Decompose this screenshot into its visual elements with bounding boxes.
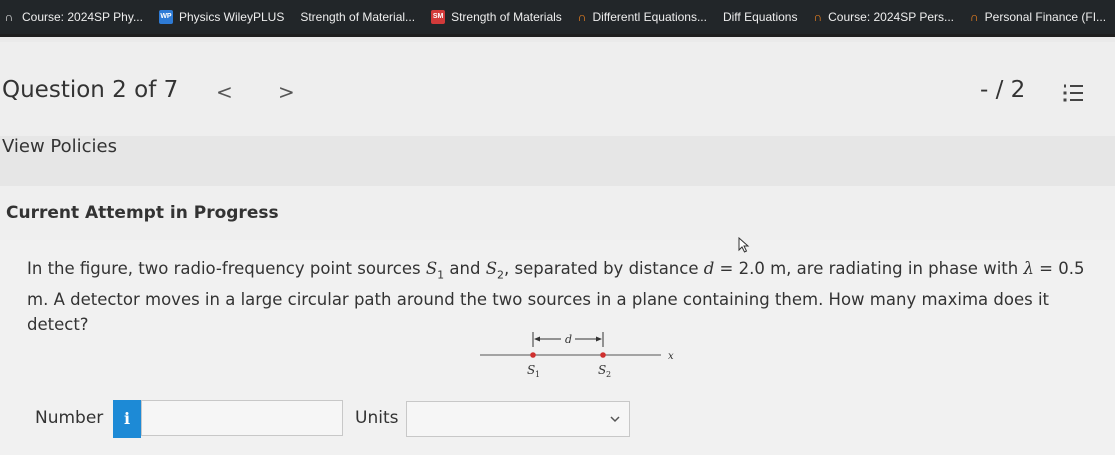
bookmark-item[interactable]: ∩ Differentl Equations... (570, 0, 715, 34)
bookmark-item[interactable]: Strength of Material... (292, 0, 423, 34)
course-icon: ∩ (970, 10, 979, 24)
var-lambda: λ (1023, 259, 1034, 278)
number-input[interactable] (141, 400, 343, 436)
course-icon: ∩ (4, 10, 14, 24)
bookmarks-bar: ∩ Course: 2024SP Phy... WP Physics WileyPLU… (0, 0, 1115, 34)
next-question-button[interactable]: > (278, 80, 295, 104)
bookmark-item[interactable]: Diff Equations (715, 0, 806, 34)
question-header: Question 2 of 7 < > - / 2 (0, 42, 1115, 136)
info-button[interactable]: i (113, 400, 141, 438)
s2-sub: 2 (606, 370, 611, 379)
dim-arrow-right (596, 336, 602, 342)
attempt-status: Current Attempt in Progress (6, 203, 279, 223)
course-icon: ∩ (577, 10, 587, 24)
d-label: d (565, 333, 572, 346)
previous-question-button[interactable]: < (216, 80, 233, 104)
s1-sub: 1 (535, 370, 540, 379)
dim-arrow-left (534, 336, 540, 342)
s1-label: S (527, 363, 535, 377)
x-label: x (668, 351, 674, 362)
number-label: Number (35, 408, 104, 428)
bookmark-label: Physics WileyPLUS (178, 10, 285, 24)
bookmark-item[interactable]: ∩ Course: 2024SP Phy... (0, 0, 151, 34)
question-text: In the figure, two radio-frequency point… (27, 256, 1107, 337)
question-body: In the figure, two radio-frequency point… (0, 240, 1115, 455)
var-s1: S (425, 259, 438, 278)
source-s1-dot (530, 352, 536, 358)
view-policies-link[interactable]: View Policies (2, 136, 117, 157)
attempt-banner: Current Attempt in Progress (0, 186, 1115, 241)
answer-row: Number i Units (0, 400, 1115, 442)
sources-figure: d x S 1 S 2 (480, 332, 674, 379)
bookmark-label: Course: 2024SP Phy... (22, 10, 143, 24)
score-display: - / 2 (980, 77, 1026, 103)
policies-bar: View Policies (0, 136, 1115, 186)
var-d: d (703, 259, 715, 278)
bookmark-label: Strength of Materials (451, 10, 562, 24)
source-s2-dot (600, 352, 606, 358)
bookmark-item[interactable]: ∩ Course: 2024SP Pers... (805, 0, 962, 34)
question-text-part: In the figure, two radio-frequency point… (27, 259, 426, 278)
mouse-cursor-icon (738, 237, 750, 253)
page-title: Question 2 of 7 (2, 77, 179, 103)
bookmark-label: Personal Finance (FI... (984, 10, 1107, 24)
bookmark-label: Course: 2024SP Pers... (828, 10, 954, 24)
bookmark-item[interactable]: WP Physics WileyPLUS (151, 0, 292, 34)
bookmark-item[interactable]: ∩ Personal Finance (FI... (962, 0, 1114, 34)
bookmark-item[interactable]: SM Strength of Materials (423, 0, 570, 34)
var-s2: S (485, 259, 498, 278)
bookmark-label: Strength of Material... (300, 10, 416, 24)
question-text-part: = 2.0 m, are radiating in phase with (714, 259, 1024, 278)
wp-icon: WP (158, 10, 173, 24)
units-label: Units (355, 408, 399, 428)
browser-divider (0, 34, 1115, 42)
question-list-icon[interactable] (1062, 82, 1084, 104)
bookmark-label: Diff Equations (722, 10, 798, 24)
book-icon: SM (431, 10, 446, 24)
units-dropdown[interactable] (406, 401, 630, 437)
course-icon: ∩ (813, 10, 823, 24)
sub-2: 2 (497, 268, 505, 282)
question-text-part: and (444, 259, 486, 278)
chevron-down-icon (610, 416, 620, 423)
bookmark-label: Differentl Equations... (592, 10, 707, 24)
s2-label: S (598, 363, 606, 377)
question-text-part: , separated by distance (504, 259, 704, 278)
